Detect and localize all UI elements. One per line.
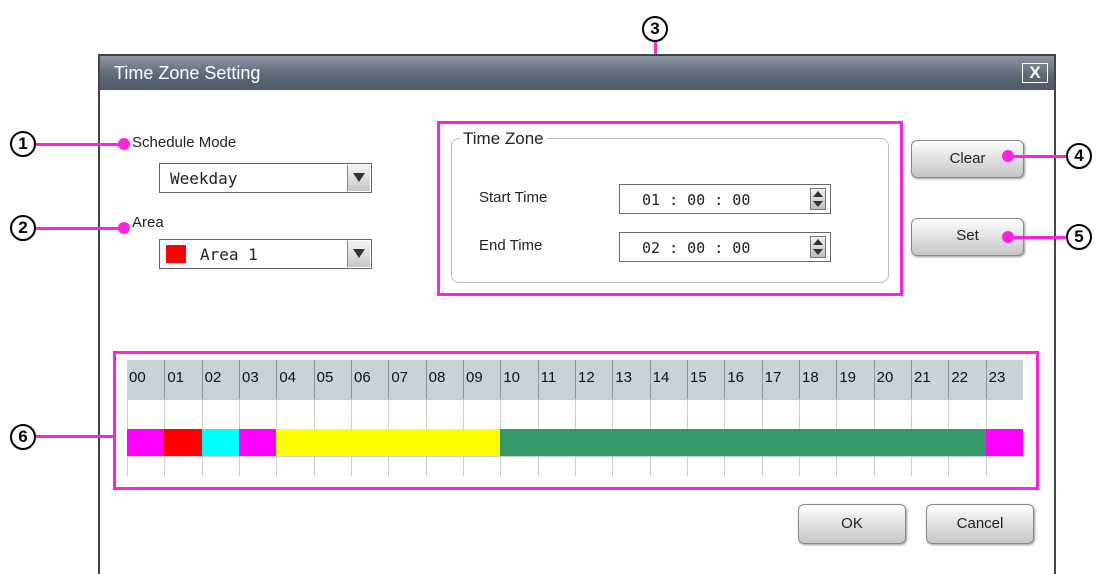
callout-6-line [36,435,114,438]
ok-button[interactable]: OK [798,504,906,544]
callout-5-line [1010,236,1068,239]
area-label: Area [132,214,164,231]
callout-4-line [1010,155,1068,158]
callout-1-dot [118,138,130,150]
cancel-button[interactable]: Cancel [926,504,1034,544]
title-bar[interactable]: Time Zone Setting X [100,56,1054,90]
area-value: Area 1 [200,245,258,264]
schedule-mode-select[interactable]: Weekday [159,163,372,193]
callout-6-box [113,351,1039,490]
callout-5: 5 [1066,224,1092,250]
schedule-mode-label: Schedule Mode [132,134,237,151]
dialog-title: Time Zone Setting [114,63,261,83]
close-button[interactable]: X [1022,63,1048,83]
callout-1: 1 [10,131,36,157]
schedule-mode-value: Weekday [170,169,238,188]
area-select[interactable]: Area 1 [159,239,372,269]
callout-3: 3 [642,16,668,42]
chevron-down-icon[interactable] [347,241,370,267]
callout-3-box [437,121,903,296]
chevron-down-icon[interactable] [347,165,370,191]
callout-2-dot [118,222,130,234]
callout-2: 2 [10,215,36,241]
callout-4: 4 [1066,143,1092,169]
callout-6: 6 [10,424,36,450]
callout-1-line [36,143,122,146]
area-color-swatch [166,245,186,263]
callout-2-line [36,227,122,230]
